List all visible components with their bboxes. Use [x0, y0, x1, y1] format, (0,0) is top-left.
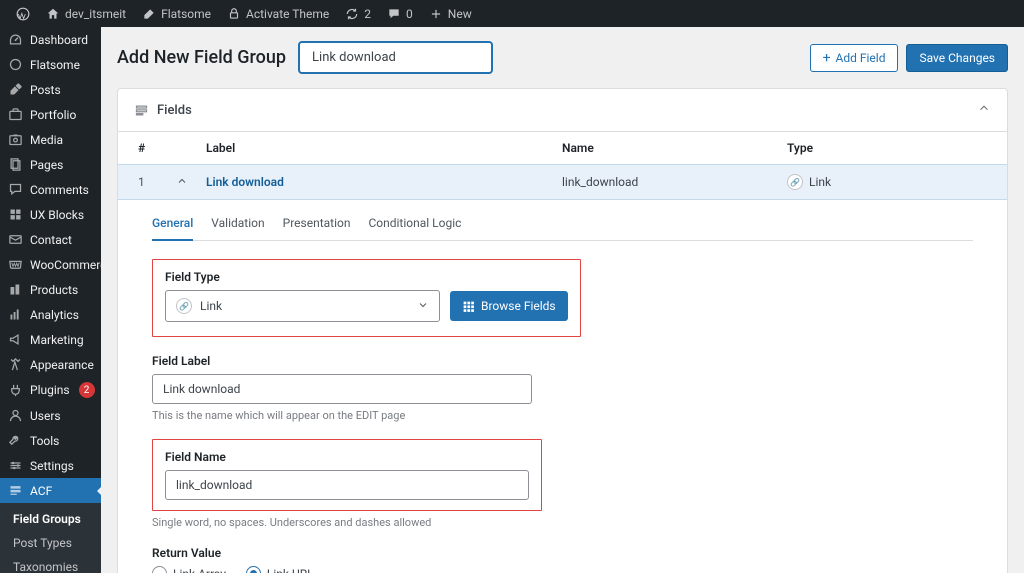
panel-title: Fields: [157, 103, 192, 118]
comments-count[interactable]: 0: [379, 7, 421, 21]
submenu-field-groups[interactable]: Field Groups: [0, 507, 101, 531]
field-label-label: Field Label: [152, 354, 973, 368]
content-area: Add New Field Group +Add Field Save Chan…: [101, 27, 1024, 573]
add-field-button[interactable]: +Add Field: [810, 44, 899, 72]
browse-fields-button[interactable]: Browse Fields: [450, 291, 568, 321]
fields-panel: Fields # Label Name Type 1 Link download…: [117, 88, 1008, 573]
col-number: #: [138, 141, 176, 155]
field-type-select[interactable]: 🔗 Link: [165, 290, 440, 322]
menu-analytics[interactable]: Analytics: [0, 302, 101, 327]
field-name-label: Field Name: [165, 450, 529, 464]
fields-icon: [134, 103, 149, 118]
col-label: Label: [206, 141, 562, 155]
field-name-text: link_download: [562, 175, 787, 189]
return-value-label: Return Value: [152, 546, 973, 560]
link-icon: 🔗: [176, 298, 192, 314]
field-type-text: 🔗Link: [787, 174, 987, 190]
radio-link-array[interactable]: Link Array: [152, 566, 226, 573]
radio-link-url[interactable]: Link URL: [246, 566, 314, 573]
menu-tools[interactable]: Tools: [0, 428, 101, 453]
menu-comments[interactable]: Comments: [0, 177, 101, 202]
menu-media[interactable]: Media: [0, 127, 101, 152]
field-row[interactable]: 1 Link download link_download 🔗Link: [118, 164, 1007, 200]
plugins-badge: 2: [79, 382, 95, 398]
field-type-label: Field Type: [165, 270, 568, 284]
menu-marketing[interactable]: Marketing: [0, 327, 101, 352]
menu-contact[interactable]: Contact: [0, 227, 101, 252]
menu-flatsome[interactable]: Flatsome: [0, 52, 101, 77]
chevron-down-icon: [417, 299, 429, 314]
menu-appearance[interactable]: Appearance: [0, 352, 101, 377]
panel-toggle[interactable]: [977, 101, 991, 119]
field-name-help: Single word, no spaces. Underscores and …: [152, 516, 973, 529]
updates-count[interactable]: 2: [337, 7, 379, 21]
field-label-input[interactable]: [152, 374, 532, 404]
wp-logo[interactable]: [8, 7, 38, 21]
menu-products[interactable]: Products: [0, 277, 101, 302]
editor-tabs: General Validation Presentation Conditio…: [152, 216, 973, 241]
menu-acf[interactable]: ACF: [0, 478, 101, 503]
group-name-input[interactable]: [298, 41, 493, 74]
field-order: 1: [138, 175, 176, 189]
menu-dashboard[interactable]: Dashboard: [0, 27, 101, 52]
site-name[interactable]: dev_itsmeit: [38, 7, 134, 21]
field-editor: General Validation Presentation Conditio…: [118, 200, 1007, 573]
menu-settings[interactable]: Settings: [0, 453, 101, 478]
col-type: Type: [787, 141, 987, 155]
menu-pages[interactable]: Pages: [0, 152, 101, 177]
menu-posts[interactable]: Posts: [0, 77, 101, 102]
submenu-taxonomies[interactable]: Taxonomies: [0, 555, 101, 573]
menu-woocommerce[interactable]: WooCommerce: [0, 252, 101, 277]
admin-bar: dev_itsmeit Flatsome Activate Theme 2 0 …: [0, 0, 1024, 27]
col-name: Name: [562, 141, 787, 155]
field-name-input[interactable]: [165, 470, 529, 500]
customize-link[interactable]: Flatsome: [134, 7, 219, 21]
tab-general[interactable]: General: [152, 216, 193, 241]
field-label-link[interactable]: Link download: [206, 175, 562, 189]
activate-theme[interactable]: Activate Theme: [219, 7, 337, 21]
menu-users[interactable]: Users: [0, 403, 101, 428]
new-content[interactable]: New: [421, 7, 480, 21]
page-title: Add New Field Group: [117, 47, 286, 68]
link-icon: 🔗: [787, 174, 803, 190]
acf-submenu: Field Groups Post Types Taxonomies Tools…: [0, 503, 101, 573]
tab-presentation[interactable]: Presentation: [283, 216, 351, 240]
menu-portfolio[interactable]: Portfolio: [0, 102, 101, 127]
menu-uxblocks[interactable]: UX Blocks: [0, 202, 101, 227]
title-bar: Add New Field Group +Add Field Save Chan…: [117, 41, 1008, 74]
table-header: # Label Name Type: [118, 132, 1007, 164]
menu-plugins[interactable]: Plugins2: [0, 377, 101, 403]
tab-conditional-logic[interactable]: Conditional Logic: [368, 216, 461, 240]
save-changes-button[interactable]: Save Changes: [906, 44, 1008, 72]
submenu-post-types[interactable]: Post Types: [0, 531, 101, 555]
field-toggle[interactable]: [176, 175, 206, 190]
admin-sidebar: Dashboard Flatsome Posts Portfolio Media…: [0, 27, 101, 573]
grid-icon: [462, 300, 475, 313]
field-label-help: This is the name which will appear on th…: [152, 409, 973, 422]
tab-validation[interactable]: Validation: [211, 216, 264, 240]
